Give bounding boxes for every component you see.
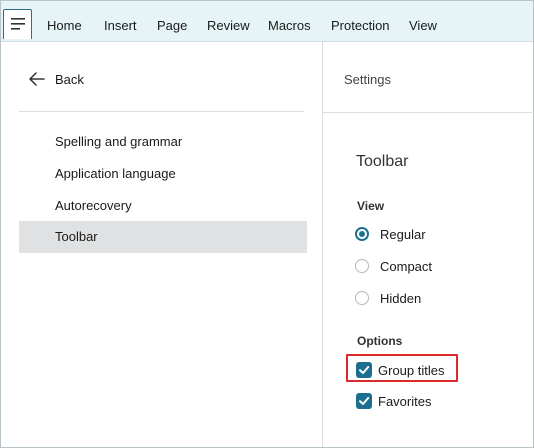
nav-item-label: Application language [55,166,176,181]
nav-item-label: Toolbar [55,229,98,244]
nav-item-autorecovery[interactable]: Autorecovery [19,190,307,222]
checkbox-checked[interactable] [356,393,372,409]
header-separator [323,112,534,113]
menu-home[interactable]: Home [47,18,82,33]
radio-button[interactable] [355,259,369,273]
settings-header: Settings [344,72,391,87]
arrow-left-icon [29,72,45,86]
view-group-label: View [357,199,385,213]
menu-bar: Home Insert Page Review Macros Protectio… [1,1,533,42]
checkmark-icon [359,397,370,405]
nav-item-spelling[interactable]: Spelling and grammar [19,126,307,158]
nav-item-application-language[interactable]: Application language [19,158,307,190]
nav-item-label: Autorecovery [55,198,132,213]
nav-separator [19,111,304,112]
radio-label: Hidden [380,291,422,306]
pane-divider [322,42,323,447]
hamburger-menu-button[interactable] [3,9,32,39]
app-window: Home Insert Page Review Macros Protectio… [0,0,534,448]
menu-macros[interactable]: Macros [268,18,311,33]
radio-button[interactable] [355,291,369,305]
nav-item-label: Spelling and grammar [55,134,183,149]
menu-review[interactable]: Review [207,18,250,33]
hamburger-icon [11,18,25,30]
radio-button-checked[interactable] [355,227,369,241]
highlight-box [346,354,458,382]
options-group-label: Options [357,334,403,348]
checkbox-label: Favorites [378,394,432,409]
menu-insert[interactable]: Insert [104,18,137,33]
back-label: Back [55,72,84,87]
nav-item-toolbar[interactable]: Toolbar [19,221,307,253]
menu-page[interactable]: Page [157,18,187,33]
radio-label: Regular [380,227,426,242]
menu-view[interactable]: View [409,18,437,33]
radio-label: Compact [380,259,433,274]
section-title: Toolbar [356,153,409,170]
menu-protection[interactable]: Protection [331,18,390,33]
